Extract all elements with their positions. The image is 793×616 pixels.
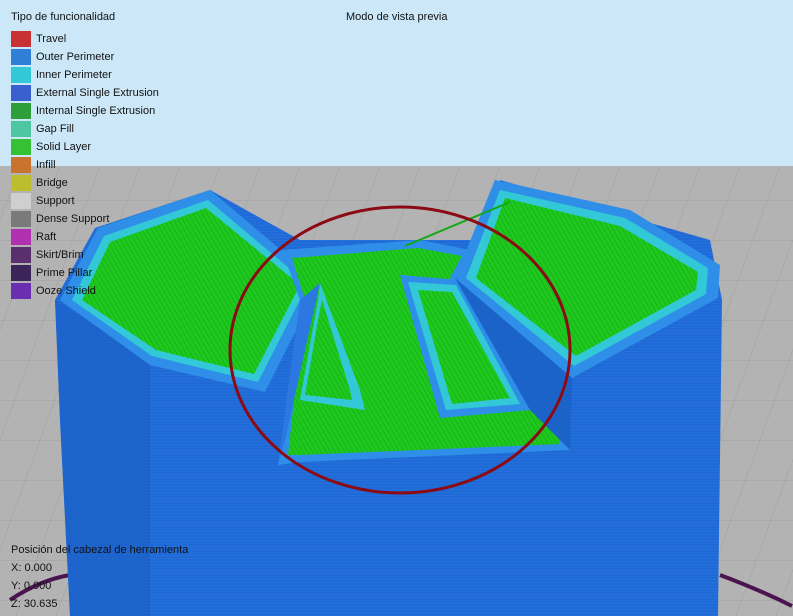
legend-item: External Single Extrusion: [11, 84, 159, 102]
legend-swatch: [11, 283, 31, 299]
legend-swatch: [11, 31, 31, 47]
toolhead-position: Posición del cabezal de herramienta X: 0…: [11, 541, 188, 613]
legend-label: Gap Fill: [36, 123, 74, 135]
legend-swatch: [11, 139, 31, 155]
legend-item: Inner Perimeter: [11, 66, 159, 84]
legend-item: Outer Perimeter: [11, 48, 159, 66]
legend-label: Internal Single Extrusion: [36, 105, 156, 117]
toolhead-z: Z: 30.635: [11, 598, 58, 610]
legend-item: Ooze Shield: [11, 282, 159, 300]
legend-label: Infill: [36, 159, 56, 171]
legend-label: Prime Pillar: [36, 267, 93, 279]
legend-swatch: [11, 103, 31, 119]
legend-swatch: [11, 175, 31, 191]
legend-item: Skirt/Brim: [11, 246, 159, 264]
legend-swatch: [11, 67, 31, 83]
legend-swatch: [11, 229, 31, 245]
legend-label: Skirt/Brim: [36, 249, 84, 261]
legend-item: Internal Single Extrusion: [11, 102, 159, 120]
legend-label: Ooze Shield: [36, 285, 96, 297]
legend-item: Travel: [11, 30, 159, 48]
toolhead-x: X: 0.000: [11, 562, 52, 574]
legend-label: Bridge: [36, 177, 68, 189]
legend-item: Infill: [11, 156, 159, 174]
toolhead-title: Posición del cabezal de herramienta: [11, 544, 189, 556]
legend-item: Dense Support: [11, 210, 159, 228]
legend-label: Solid Layer: [36, 141, 92, 153]
legend-label: Support: [36, 195, 75, 207]
legend-swatch: [11, 265, 31, 281]
legend-swatch: [11, 157, 31, 173]
legend-item: Bridge: [11, 174, 159, 192]
legend-label: External Single Extrusion: [36, 87, 159, 99]
legend-swatch: [11, 121, 31, 137]
legend-item: Solid Layer: [11, 138, 159, 156]
legend-swatch: [11, 193, 31, 209]
toolhead-y: Y: 0.000: [11, 580, 52, 592]
legend-swatch: [11, 85, 31, 101]
legend-label: Outer Perimeter: [36, 51, 115, 63]
legend-label: Travel: [36, 33, 67, 45]
legend-swatch: [11, 247, 31, 263]
view-mode-title: Modo de vista previa: [346, 11, 448, 23]
legend-title: Tipo de funcionalidad: [11, 11, 116, 23]
feature-legend: Travel Outer Perimeter Inner Perimeter Exte…: [11, 30, 159, 300]
legend-label: Dense Support: [36, 213, 110, 225]
legend-item: Raft: [11, 228, 159, 246]
legend-label: Inner Perimeter: [36, 69, 112, 81]
legend-swatch: [11, 49, 31, 65]
legend-item: Gap Fill: [11, 120, 159, 138]
legend-swatch: [11, 211, 31, 227]
legend-item: Support: [11, 192, 159, 210]
legend-label: Raft: [36, 231, 57, 243]
legend-item: Prime Pillar: [11, 264, 159, 282]
